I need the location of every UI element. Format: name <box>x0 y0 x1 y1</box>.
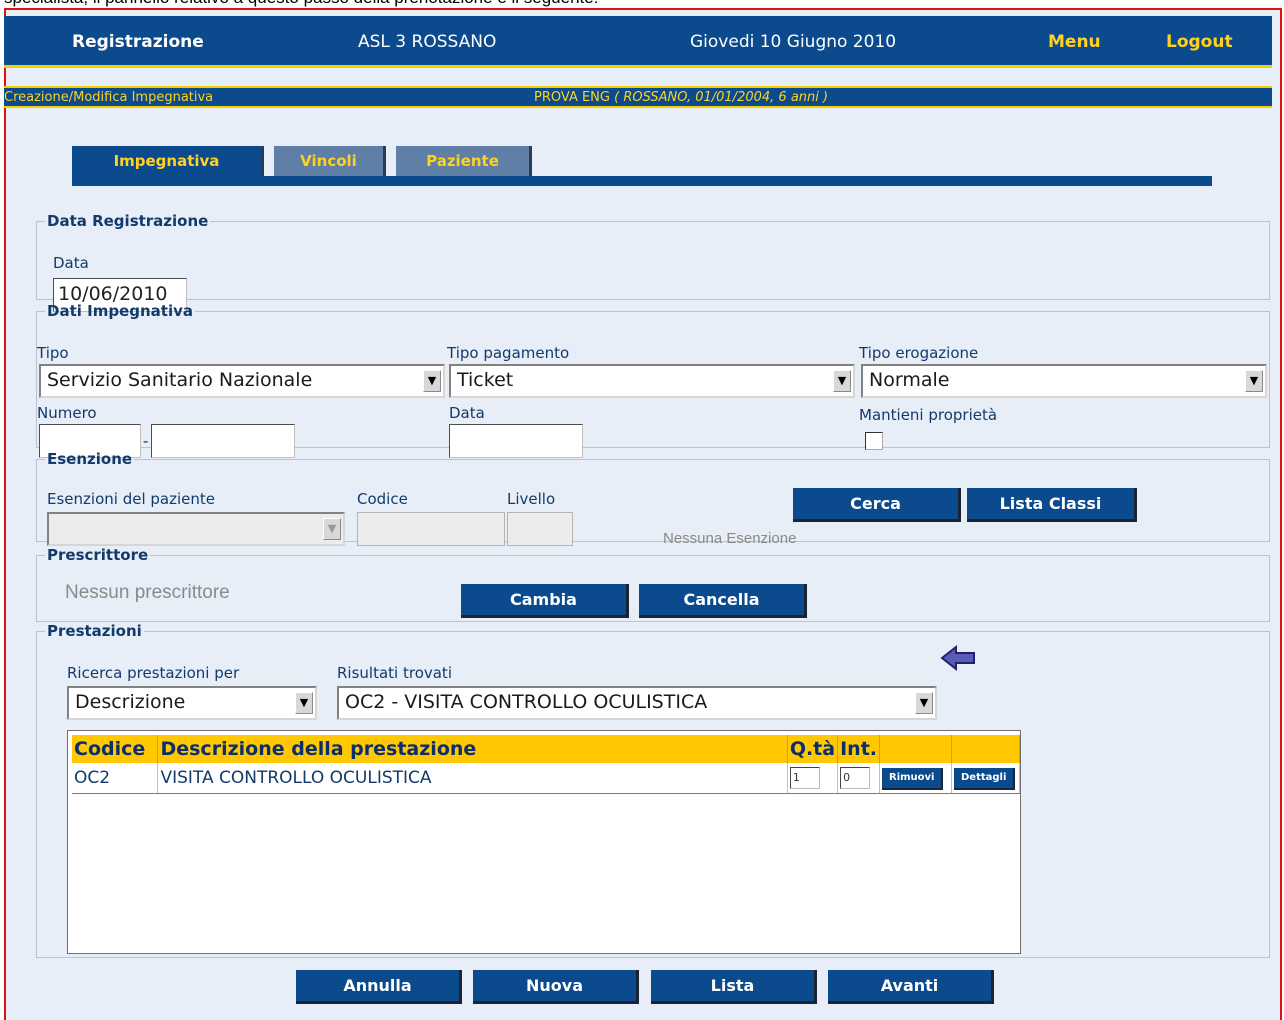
document-text: specialista, il pannello relativo a ques… <box>4 0 598 8</box>
tipo-value: Servizio Sanitario Nazionale <box>47 369 313 391</box>
section-title: Creazione/Modifica Impegnativa <box>4 90 214 105</box>
qta-input[interactable]: 1 <box>789 767 820 790</box>
prestazioni-table: Codice Descrizione della prestazione Q.t… <box>72 735 1021 794</box>
patient-details: ( ROSSANO, 01/01/2004, 6 anni ) <box>614 90 829 105</box>
tab-strip <box>72 176 1212 186</box>
row-descrizione: VISITA CONTROLLO OCULISTICA <box>157 763 788 794</box>
codice-field[interactable] <box>357 512 505 546</box>
tipo-select[interactable]: Servizio Sanitario Nazionale ▼ <box>39 364 445 398</box>
col-rimuovi <box>879 735 952 763</box>
tab-vincoli[interactable]: Vincoli <box>274 146 386 178</box>
tipo-label: Tipo <box>37 344 69 362</box>
lista-button[interactable]: Lista <box>651 970 817 1004</box>
tipo-erogazione-label: Tipo erogazione <box>859 344 979 362</box>
chevron-down-icon: ▼ <box>1245 370 1263 392</box>
chevron-down-icon: ▼ <box>833 370 851 392</box>
risultati-label: Risultati trovati <box>337 664 452 682</box>
col-codice: Codice <box>72 735 159 763</box>
tab-impegnativa[interactable]: Impegnativa <box>72 146 264 178</box>
ricerca-select[interactable]: Descrizione ▼ <box>67 686 317 720</box>
esenzione-status: Nessuna Esenzione <box>663 530 797 547</box>
annulla-button[interactable]: Annulla <box>296 970 462 1004</box>
prestazioni-legend: Prestazioni <box>47 622 142 640</box>
chevron-down-icon: ▼ <box>295 692 313 714</box>
prescrittore-status: Nessun prescrittore <box>65 582 230 603</box>
cancella-button[interactable]: Cancella <box>639 584 807 618</box>
esenzione-legend: Esenzione <box>47 450 133 468</box>
cerca-button[interactable]: Cerca <box>793 488 961 522</box>
tipo-erogazione-select[interactable]: Normale ▼ <box>861 364 1267 398</box>
avanti-button[interactable]: Avanti <box>828 970 994 1004</box>
esenzioni-label: Esenzioni del paziente <box>47 490 215 508</box>
int-input[interactable]: 0 <box>840 767 871 790</box>
prescrittore-legend: Prescrittore <box>47 546 149 564</box>
col-dettagli <box>951 735 1021 763</box>
app-title: Registrazione <box>72 32 204 52</box>
logout-link[interactable]: Logout <box>1166 32 1233 52</box>
data-registrazione-group: Data Registrazione Data 10/06/2010 <box>36 212 1270 312</box>
mantieni-label: Mantieni proprietà <box>859 406 998 424</box>
col-descrizione: Descrizione della prestazione <box>157 735 788 763</box>
livello-label: Livello <box>507 490 556 508</box>
row-codice: OC2 <box>72 763 159 794</box>
date-label: Giovedi 10 Giugno 2010 <box>690 32 897 52</box>
cambia-button[interactable]: Cambia <box>461 584 629 618</box>
col-qta: Q.tà <box>787 735 839 763</box>
livello-field[interactable] <box>507 512 573 546</box>
registration-date-label: Data <box>53 254 89 272</box>
patient-info: PROVA ENG ( ROSSANO, 01/01/2004, 6 anni … <box>534 90 828 105</box>
chevron-down-icon: ▼ <box>323 518 341 540</box>
tipo-pagamento-value: Ticket <box>457 369 514 391</box>
numero-separator: - <box>143 432 149 450</box>
row-dettagli-cell: Dettagli <box>951 763 1021 794</box>
row-qta-cell: 1 <box>787 763 839 794</box>
dati-impegnativa-legend: Dati Impegnativa <box>47 302 193 320</box>
table-row: OC2 VISITA CONTROLLO OCULISTICA 1 0 Rimu… <box>72 763 1021 794</box>
row-rimuovi-cell: Rimuovi <box>879 763 952 794</box>
context-bar: Creazione/Modifica Impegnativa PROVA ENG… <box>4 86 1272 108</box>
asl-label: ASL 3 ROSSANO <box>358 32 497 52</box>
dettagli-button[interactable]: Dettagli <box>953 768 1016 791</box>
chevron-down-icon: ▼ <box>915 692 933 714</box>
lista-classi-button[interactable]: Lista Classi <box>967 488 1137 522</box>
dati-impegnativa-group: Dati Impegnativa Tipo Servizio Sanitario… <box>36 302 1270 458</box>
col-int: Int. <box>837 735 880 763</box>
tipo-erogazione-value: Normale <box>869 369 950 391</box>
data-impegnativa-label: Data <box>449 404 485 422</box>
ricerca-label: Ricerca prestazioni per <box>67 664 240 682</box>
patient-name: PROVA ENG <box>534 90 610 105</box>
codice-label: Codice <box>357 490 408 508</box>
ricerca-value: Descrizione <box>75 691 186 713</box>
esenzioni-select[interactable]: ▼ <box>47 512 345 546</box>
tipo-pagamento-select[interactable]: Ticket ▼ <box>449 364 855 398</box>
data-registrazione-legend: Data Registrazione <box>47 212 209 230</box>
prescrittore-group: Prescrittore Nessun prescrittore Cambia … <box>36 546 1270 622</box>
chevron-down-icon: ▼ <box>423 370 441 392</box>
numero-label: Numero <box>37 404 97 422</box>
mantieni-checkbox[interactable] <box>865 432 883 450</box>
esenzione-group: Esenzione Esenzioni del paziente ▼ Codic… <box>36 450 1270 547</box>
rimuovi-button[interactable]: Rimuovi <box>882 768 944 791</box>
nuova-button[interactable]: Nuova <box>473 970 639 1004</box>
arrow-left-icon <box>940 645 975 671</box>
menu-link[interactable]: Menu <box>1048 32 1101 52</box>
table-header-row: Codice Descrizione della prestazione Q.t… <box>72 735 1021 763</box>
risultati-value: OC2 - VISITA CONTROLLO OCULISTICA <box>345 691 708 713</box>
risultati-select[interactable]: OC2 - VISITA CONTROLLO OCULISTICA ▼ <box>337 686 937 720</box>
prestazioni-table-container: Codice Descrizione della prestazione Q.t… <box>67 730 1021 954</box>
tipo-pagamento-label: Tipo pagamento <box>447 344 570 362</box>
tab-paziente[interactable]: Paziente <box>396 146 532 178</box>
row-int-cell: 0 <box>837 763 880 794</box>
top-bar: Registrazione ASL 3 ROSSANO Giovedi 10 G… <box>4 16 1272 68</box>
